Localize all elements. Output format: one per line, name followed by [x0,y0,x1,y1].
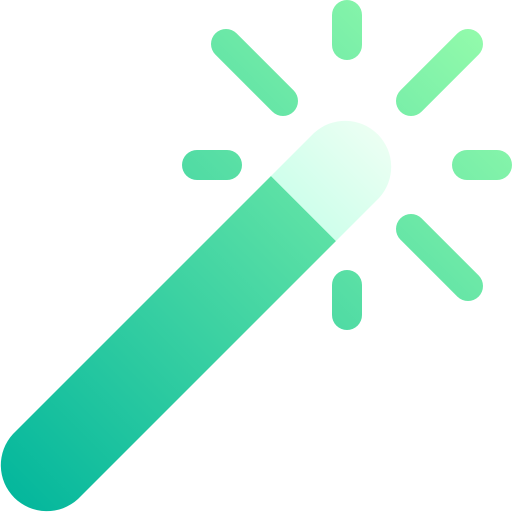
ray-top-right [396,29,483,116]
wand-body [0,176,337,512]
icon-canvas [0,0,512,512]
ray-bottom-right [396,214,483,301]
ray-top-left [211,29,298,116]
magic-wand-icon [0,0,512,512]
